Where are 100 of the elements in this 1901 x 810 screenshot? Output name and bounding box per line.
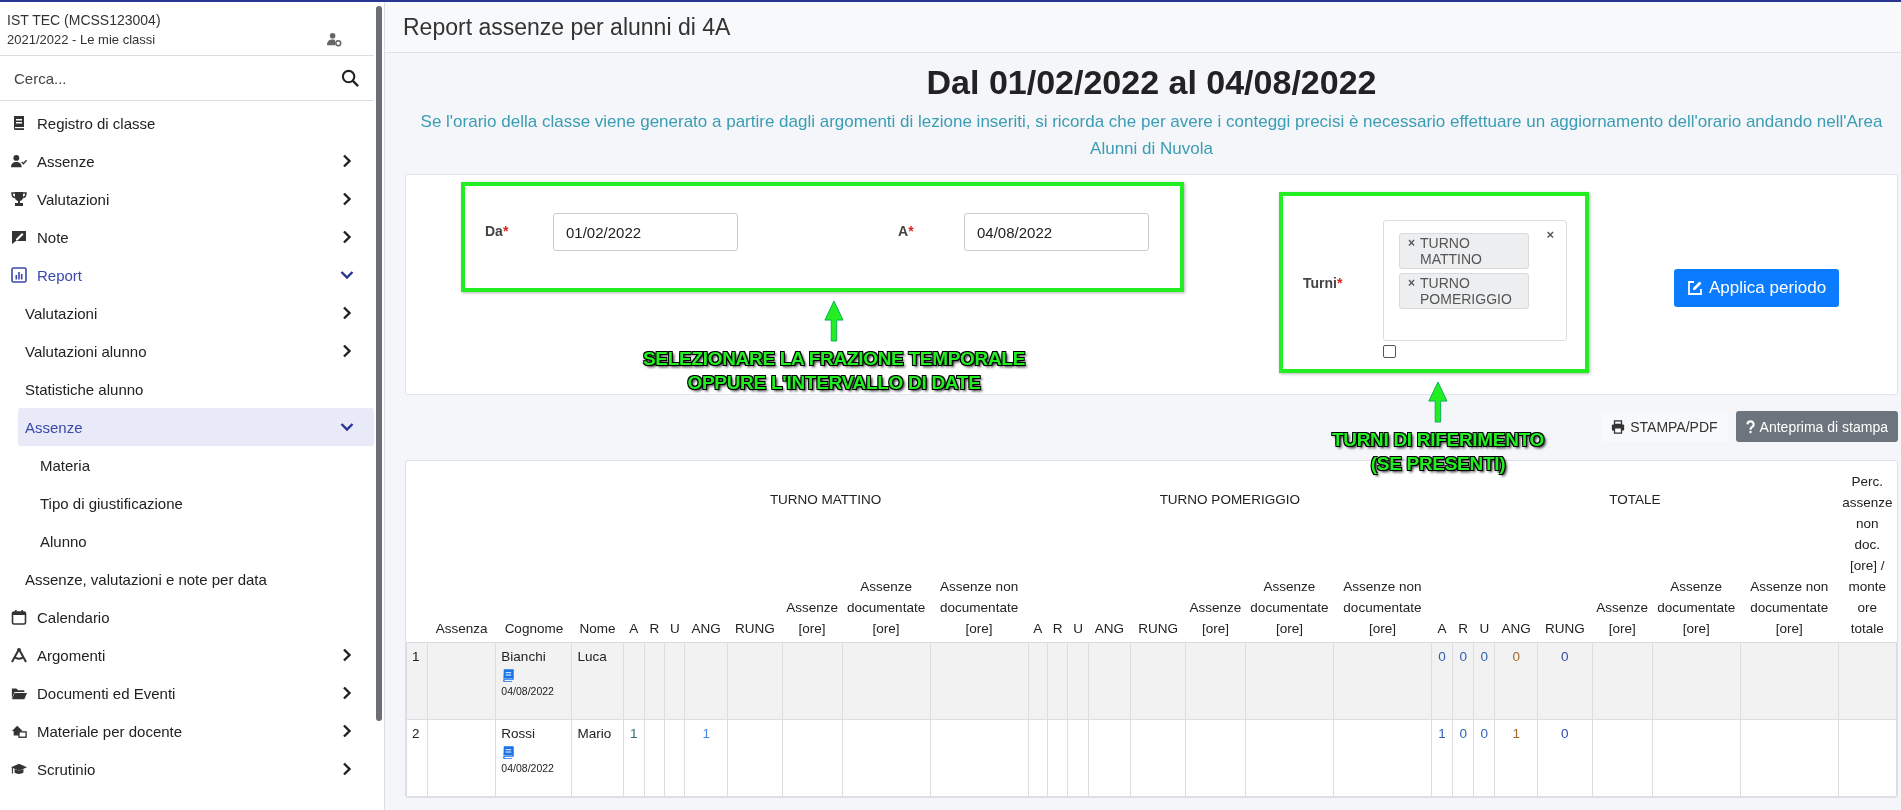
column-header: RUNG — [1130, 537, 1186, 643]
table-cell: 0 — [1537, 719, 1593, 797]
row-number: 2 — [406, 719, 428, 797]
multi-select-field[interactable]: × TURNO MATTINO × TURNO POMERIGGIO × — [1383, 219, 1567, 341]
remove-tag-button[interactable]: × — [1408, 274, 1415, 291]
sidebar-item[interactable]: Valutazioni — [0, 180, 374, 218]
column-header: Perc. assenze non doc. [ore] / monte ore totale — [1838, 461, 1897, 643]
trophy-icon — [11, 191, 27, 207]
annotation-text: SELEZIONARE LA FRAZIONE TEMPORALE OPPURE L'INTERVALLO DI DATE — [642, 347, 1026, 395]
field-label: A* — [898, 223, 915, 239]
column-header: Assenze non documentate [ore] — [930, 537, 1029, 643]
column-header: ANG — [1494, 537, 1538, 643]
tag-label: TURNO MATTINO — [1420, 234, 1483, 267]
date-field[interactable]: 01/02/2022 — [553, 213, 738, 251]
sidebar-item[interactable]: Note — [0, 218, 374, 256]
table-cell: Mario — [571, 719, 624, 797]
sidebar-item[interactable]: Calendario — [0, 598, 374, 636]
up-arrow-icon — [1428, 380, 1448, 424]
column-header: U — [1473, 537, 1495, 643]
date-field[interactable]: 04/08/2022 — [964, 213, 1149, 251]
column-header: Assenze documentate [ore] — [842, 537, 931, 643]
column-group-header: TOTALE — [1609, 491, 1661, 507]
house-icon — [11, 723, 27, 739]
column-header: R — [1047, 537, 1068, 643]
table-cell: 1 — [623, 719, 645, 797]
sidebar-item[interactable]: Materiale per docente — [0, 712, 374, 750]
column-header: Assenze [ore] — [1592, 537, 1653, 643]
remove-tag-button[interactable]: × — [1408, 234, 1415, 251]
sidebar-item[interactable]: Registro di classe — [0, 104, 374, 142]
column-header: U — [664, 537, 685, 643]
row-number: 1 — [406, 642, 428, 720]
tag-label: TURNO POMERIGGIO — [1420, 274, 1513, 307]
column-header: U — [1067, 537, 1089, 643]
sidebar-item[interactable]: Valutazioni — [0, 294, 374, 332]
user-settings-icon[interactable] — [327, 32, 342, 47]
sidebar-item[interactable]: Statistiche alunno — [0, 370, 374, 408]
column-header: Assenze documentate [ore] — [1245, 537, 1334, 643]
sidebar-item[interactable]: Documenti ed Eventi — [0, 674, 374, 712]
calendar-icon — [11, 609, 27, 625]
book-icon — [11, 115, 27, 131]
sidebar-item[interactable]: Tipo di giustificazione — [0, 484, 374, 522]
table-cell: 1 — [1494, 719, 1538, 797]
column-header: ANG — [1088, 537, 1131, 643]
bar-chart-icon — [11, 267, 27, 283]
column-header: RUNG — [727, 537, 783, 643]
apply-period-button[interactable]: Applica periodo — [1674, 269, 1840, 307]
column-header: R — [1452, 537, 1474, 643]
sidebar-item[interactable]: Materia — [0, 446, 374, 484]
surname-text: Rossi — [501, 726, 537, 741]
column-group-header: TURNO POMERIGGIO — [1159, 491, 1300, 507]
graduation-cap-icon — [11, 761, 27, 777]
column-group-header: TURNO MATTINO — [769, 491, 882, 507]
sidebar-item[interactable]: Valutazioni alunno — [0, 332, 374, 370]
column-header: Assenza — [427, 537, 496, 643]
selected-tag[interactable]: × TURNO MATTINO — [1399, 232, 1529, 269]
search-field[interactable]: Cerca... — [12, 68, 341, 88]
checkbox[interactable] — [1383, 344, 1396, 358]
scrollbar[interactable] — [376, 6, 382, 721]
page-title: Report assenze per alunni di 4A — [403, 13, 731, 41]
period-heading: Dal 01/02/2022 al 04/08/2022 — [925, 63, 1378, 102]
column-header: Assenze non documentate [ore] — [1333, 537, 1432, 643]
table-cell: 0 — [1537, 642, 1593, 720]
table-cell: 0 — [1473, 719, 1495, 797]
school-name: IST TEC (MCSS123004) — [7, 12, 161, 28]
selected-tag[interactable]: × TURNO POMERIGGIO — [1399, 272, 1529, 309]
sidebar-item[interactable]: Alunno — [0, 522, 374, 560]
column-header: Assenze [ore] — [1185, 537, 1246, 643]
book-icon[interactable] — [501, 746, 515, 759]
column-header: ANG — [684, 537, 728, 643]
print-preview-button[interactable]: Anteprima di stampa — [1735, 411, 1898, 442]
book-icon[interactable] — [501, 669, 515, 682]
table-cell: 1 — [1431, 719, 1453, 797]
compass-icon — [11, 647, 27, 663]
school-year: 2021/2022 - Le mie classi — [7, 32, 157, 47]
sidebar-item[interactable]: Scrutinio — [0, 750, 374, 788]
printer-icon — [1611, 419, 1626, 434]
column-header: RUNG — [1537, 537, 1593, 643]
notice-text: Se l'orario della classe viene generato a partire dagli argomenti di lezione inseriti, si ricorda che per avere i conteggi precisi è necessario effettuare un aggiornamento dell'orario andando nell'Area Alunni di Nuvola — [419, 111, 1884, 160]
field-label: Da* — [485, 223, 510, 239]
sidebar-item[interactable]: Assenze — [0, 142, 374, 180]
sidebar-item[interactable]: Assenze, valutazioni e note per data — [0, 560, 374, 598]
column-header: Assenze [ore] — [782, 537, 843, 643]
sidebar-item[interactable]: Assenze — [18, 408, 374, 446]
table-cell: 1 — [684, 719, 728, 797]
column-header: A — [1028, 537, 1048, 643]
sidebar-item[interactable]: Report — [0, 256, 374, 294]
sidebar-item[interactable]: Argomenti — [0, 636, 374, 674]
column-header: R — [644, 537, 665, 643]
annotation-text: TURNI DI RIFERIMENTO (SE PRESENTI) — [1331, 428, 1545, 476]
table-cell: 0 — [1452, 719, 1474, 797]
column-header: A — [1431, 537, 1453, 643]
date-text: 04/08/2022 — [501, 685, 555, 697]
column-header: A — [623, 537, 645, 643]
table-cell: Luca — [571, 642, 624, 720]
column-header: Cognome — [495, 537, 572, 643]
field-label: Turni* — [1303, 274, 1344, 291]
clear-button[interactable]: × — [1546, 226, 1554, 242]
search-icon[interactable] — [341, 68, 360, 88]
surname-text: Bianchi — [501, 649, 547, 664]
edit-icon — [1687, 280, 1703, 296]
